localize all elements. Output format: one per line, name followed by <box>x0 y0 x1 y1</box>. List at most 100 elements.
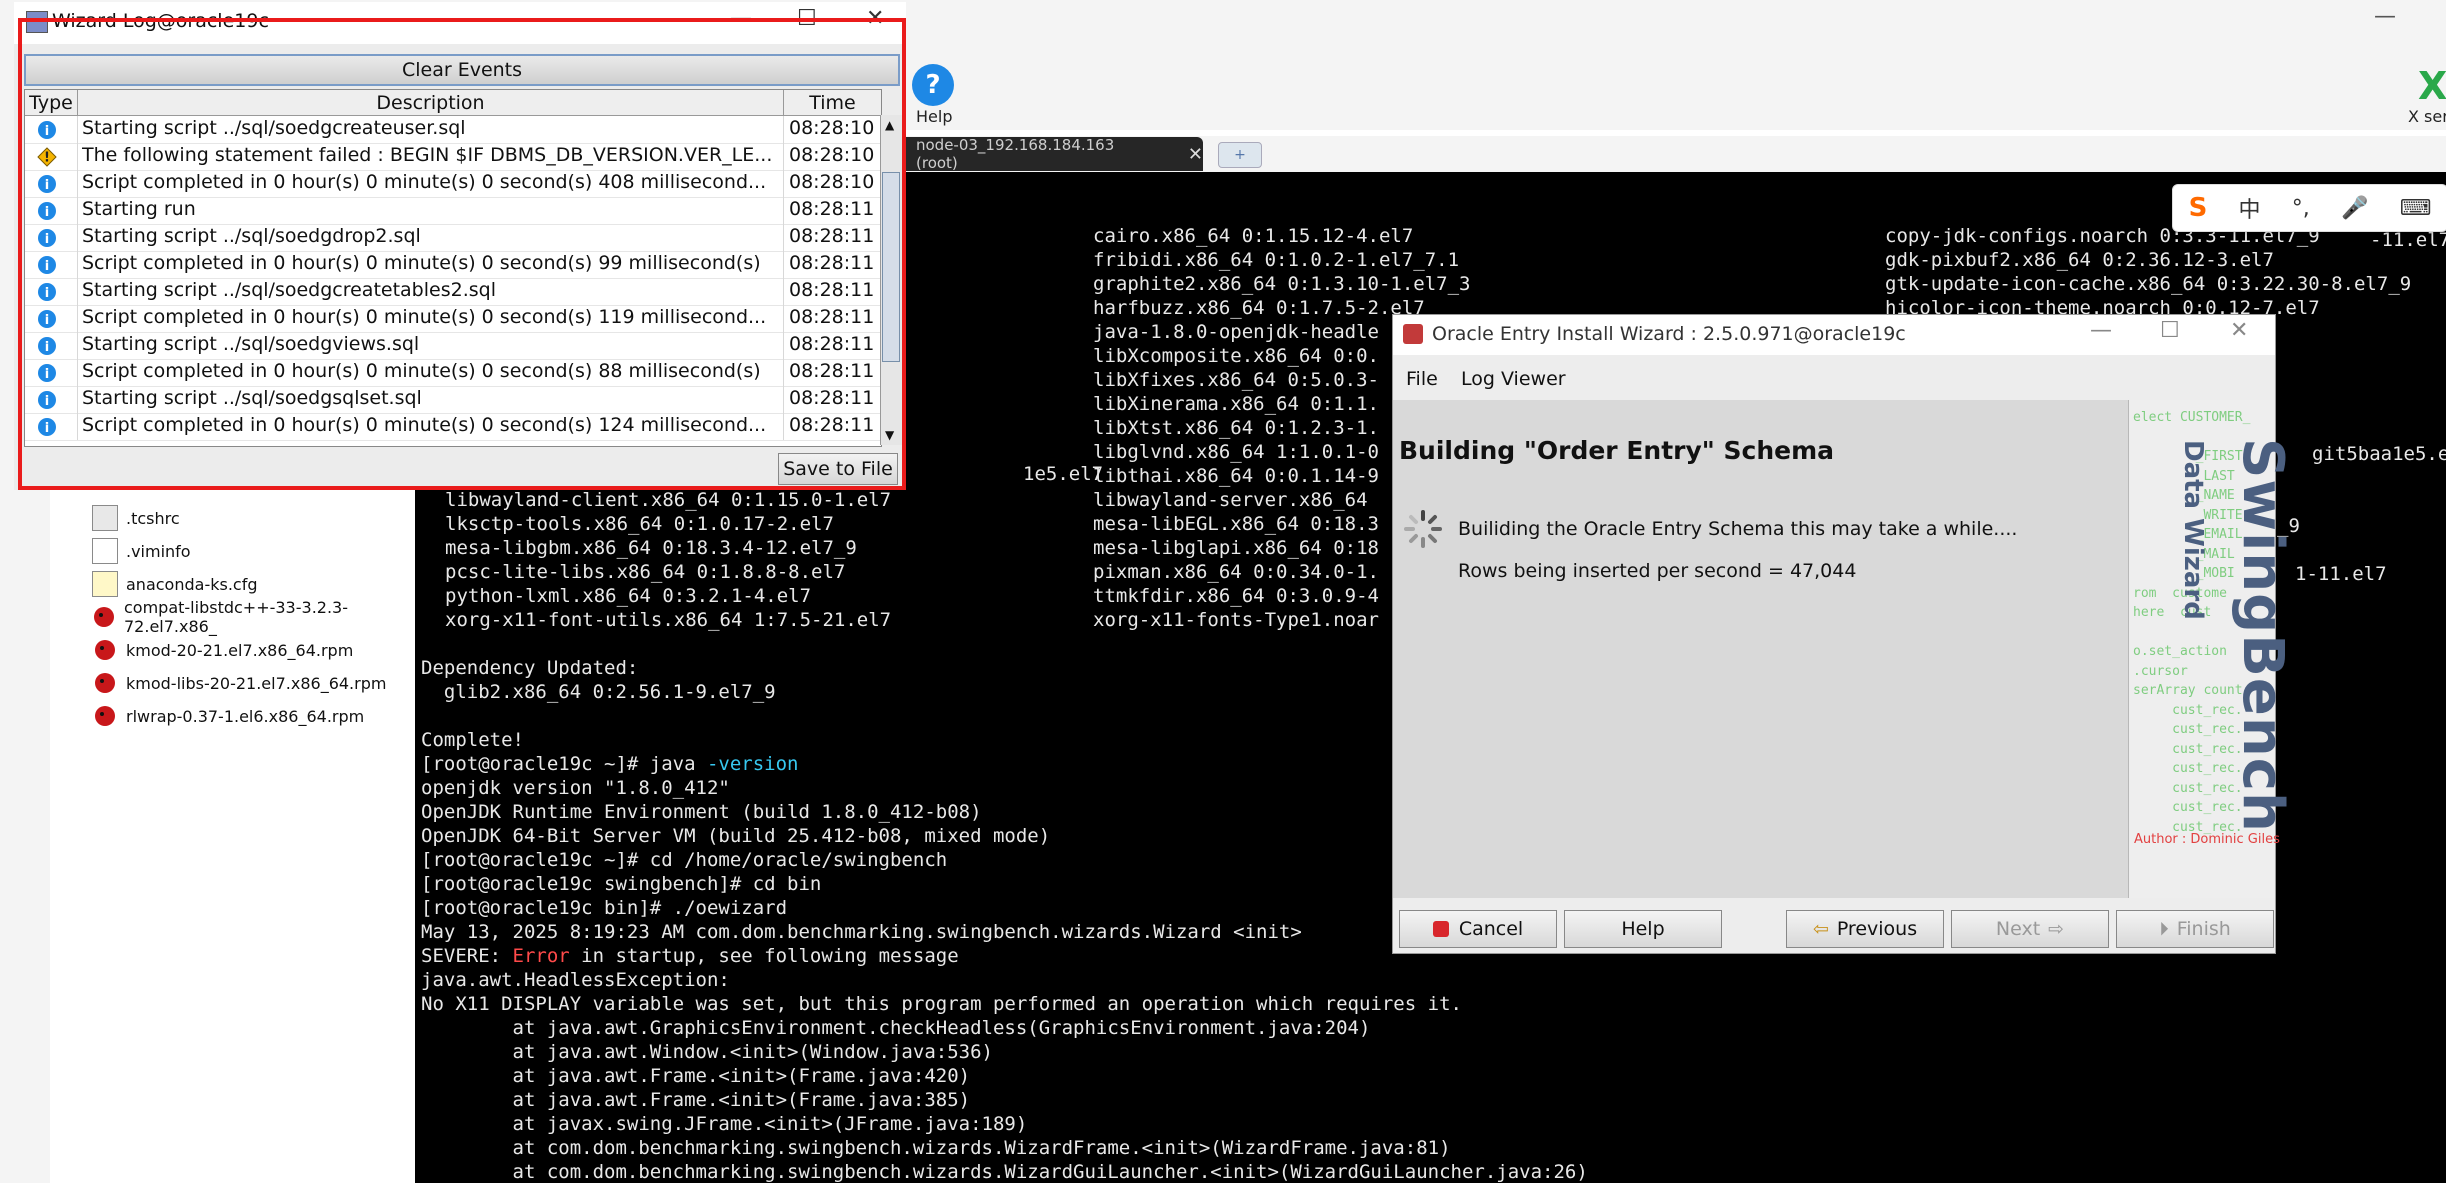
file-name: .viminfo <box>126 541 191 561</box>
session-tab[interactable]: node-03_192.168.184.163 (root) ✕ <box>898 136 1203 172</box>
help-button[interactable]: Help <box>1564 910 1722 948</box>
file-item[interactable]: rlwrap-0.37-1.el6.x86_64.rpm <box>92 702 364 730</box>
terminal-line: libXfixes.x86_64 0:5.0.3- <box>1093 369 1379 391</box>
x-server-icon[interactable]: X <box>2418 64 2446 108</box>
terminal-line: libwayland-server.x86_64 <box>1093 489 1368 511</box>
arrow-left-icon: ⇦ <box>1812 918 1829 940</box>
terminal-line: libglvnd.x86_64 1:1.0.1-0 <box>1093 441 1379 463</box>
terminal-line: No X11 DISPLAY variable was set, but thi… <box>421 993 1462 1015</box>
minimize-icon[interactable]: — <box>2090 318 2112 343</box>
chinese-mode-toggle[interactable]: 中 <box>2239 192 2261 224</box>
terminal-line: ttmkfdir.x86_64 0:3.0.9-4 <box>1093 585 1379 607</box>
file-item[interactable]: anaconda-ks.cfg <box>92 570 257 598</box>
file-item[interactable]: .viminfo <box>92 537 191 565</box>
cancel-button[interactable]: Cancel <box>1399 910 1557 948</box>
code-snippet-line: elect CUSTOMER_ <box>2133 410 2251 425</box>
author-credit: Author : Dominic Giles <box>2134 832 2280 847</box>
x-server-label[interactable]: X server <box>2408 107 2446 126</box>
help-button-label[interactable]: Help <box>916 107 952 126</box>
previous-button[interactable]: ⇦ Previous <box>1786 910 1944 948</box>
code-snippet-line: .cursor <box>2133 663 2188 679</box>
play-icon: ⏵ <box>2159 918 2169 940</box>
help-icon[interactable]: ? <box>912 64 954 106</box>
terminal-line: libthai.x86_64 0:0.1.14-9 <box>1093 465 1379 487</box>
terminal-line: SEVERE: Error in startup, see following … <box>421 944 959 968</box>
cancel-button-label: Cancel <box>1458 918 1524 940</box>
next-button[interactable]: Next ⇨ <box>1951 910 2109 948</box>
terminal-line: mesa-libgbm.x86_64 0:18.3.4-12.el7_9 <box>445 537 857 559</box>
terminal-line: May 13, 2025 8:19:23 AM com.dom.benchmar… <box>421 921 1302 943</box>
terminal-line: OpenJDK 64-Bit Server VM (build 25.412-b… <box>421 825 1051 847</box>
terminal-line: [root@oracle19c ~]# cd /home/oracle/swin… <box>421 849 948 871</box>
terminal-line: [root@oracle19c ~]# java -version <box>421 752 799 776</box>
file-item[interactable]: kmod-20-21.el7.x86_64.rpm <box>92 636 353 664</box>
terminal-line: xorg-x11-font-utils.x86_64 1:7.5-21.el7 <box>445 609 892 631</box>
file-name: compat-libstdc++-33-3.2.3-72.el7.x86_ <box>124 598 348 636</box>
terminal-line: glib2.x86_64 0:2.56.1-9.el7_9 <box>421 681 776 703</box>
terminal-line: at java.awt.Frame.<init>(Frame.java:385) <box>421 1089 971 1111</box>
terminal-line: pixman.x86_64 0:0.34.0-1. <box>1093 561 1379 583</box>
close-icon[interactable]: ✕ <box>2230 318 2248 343</box>
terminal-line: [root@oracle19c bin]# ./oewizard <box>421 897 788 919</box>
terminal-line: mesa-libglapi.x86_64 0:18 <box>1093 537 1379 559</box>
file-item[interactable]: kmod-libs-20-21.el7.x86_64.rpm <box>92 669 386 697</box>
rpm-icon <box>92 703 118 729</box>
terminal-line: at java.awt.Frame.<init>(Frame.java:420) <box>421 1065 971 1087</box>
terminal-line: Complete! <box>421 729 524 751</box>
code-snippet-line: cust_rec. <box>2133 722 2243 737</box>
ime-logo-icon[interactable]: S <box>2189 193 2208 223</box>
punctuation-toggle[interactable]: °, <box>2292 196 2310 221</box>
data-wizard-label: Data Wizard <box>2178 440 2208 620</box>
keyboard-icon[interactable]: ⌨ <box>2400 196 2432 221</box>
terminal-line: at java.awt.GraphicsEnvironment.checkHea… <box>421 1017 1371 1039</box>
terminal-line: libXinerama.x86_64 0:1.1. <box>1093 393 1379 415</box>
terminal-line: at java.awt.Window.<init>(Window.java:53… <box>421 1041 993 1063</box>
minimize-icon[interactable]: — <box>2374 4 2396 29</box>
maximize-icon[interactable]: ☐ <box>2160 318 2180 343</box>
terminal-line: git5baa1e5.el7 <box>2312 443 2446 465</box>
code-snippet-line: cust_rec. <box>2133 761 2243 776</box>
terminal-line: at javax.swing.JFrame.<init>(JFrame.java… <box>421 1113 1028 1135</box>
terminal-line: lksctp-tools.x86_64 0:1.0.17-2.el7 <box>445 513 834 535</box>
microphone-icon[interactable]: 🎤 <box>2341 196 2368 221</box>
config-file-icon <box>92 571 118 597</box>
terminal-line: cairo.x86_64 0:1.15.12-4.el7 <box>1093 225 1414 247</box>
close-icon[interactable]: ✕ <box>1188 144 1203 165</box>
command-flag: -version <box>706 753 799 775</box>
file-item[interactable]: .tcshrc <box>92 504 180 532</box>
menu-file[interactable]: File <box>1406 368 1438 390</box>
help-button-label: Help <box>1621 918 1665 940</box>
terminal-line: libXcomposite.x86_64 0:0. <box>1093 345 1379 367</box>
file-name: rlwrap-0.37-1.el6.x86_64.rpm <box>126 706 365 726</box>
code-snippet-line: serArray count <box>2133 683 2243 698</box>
terminal-line: libwayland-client.x86_64 0:1.15.0-1.el7 <box>445 489 892 511</box>
file-item[interactable]: compat-libstdc++-33-3.2.3-72.el7.x86_ <box>92 598 415 636</box>
new-tab-button[interactable]: + <box>1218 142 1262 168</box>
terminal-line: xorg-x11-fonts-Type1.noar <box>1093 609 1379 631</box>
code-snippet-line: o.set_action <box>2133 644 2227 659</box>
terminal-line: libXtst.x86_64 0:1.2.3-1. <box>1093 417 1379 439</box>
terminal-line: Dependency Updated: <box>421 657 639 679</box>
finish-button[interactable]: ⏵ Finish <box>2116 910 2274 948</box>
terminal-line: python-lxml.x86_64 0:3.2.1-4.el7 <box>445 585 812 607</box>
terminal-line: at com.dom.benchmarking.swingbench.wizar… <box>421 1137 1451 1159</box>
file-icon <box>92 538 118 564</box>
next-button-label: Next <box>1995 918 2041 940</box>
swingbench-logo: SwingBench <box>2230 438 2295 833</box>
terminal-line: OpenJDK Runtime Environment (build 1.8.0… <box>421 801 982 823</box>
file-name: kmod-libs-20-21.el7.x86_64.rpm <box>126 673 387 693</box>
terminal-line: [root@oracle19c swingbench]# cd bin <box>421 873 822 895</box>
terminal-line: openjdk version "1.8.0_412" <box>421 777 730 799</box>
terminal-line: java-1.8.0-openjdk-headle <box>1093 321 1379 343</box>
rpm-icon <box>92 670 118 696</box>
terminal-line: mesa-libEGL.x86_64 0:18.3 <box>1093 513 1379 535</box>
terminal-line: at com.dom.benchmarking.swingbench.wizar… <box>421 1161 1588 1183</box>
entry-wizard-title: Oracle Entry Install Wizard : 2.5.0.971@… <box>1432 323 1906 345</box>
terminal-line: gtk-update-icon-cache.x86_64 0:3.22.30-8… <box>1885 273 2412 295</box>
terminal-line: 1e5.el7 <box>1023 463 1104 485</box>
highlight-frame <box>18 18 906 490</box>
menu-log-viewer[interactable]: Log Viewer <box>1461 368 1566 390</box>
terminal-line: gdk-pixbuf2.x86_64 0:2.36.12-3.el7 <box>1885 249 2274 271</box>
file-name: anaconda-ks.cfg <box>126 574 258 594</box>
stop-icon <box>1432 921 1449 937</box>
